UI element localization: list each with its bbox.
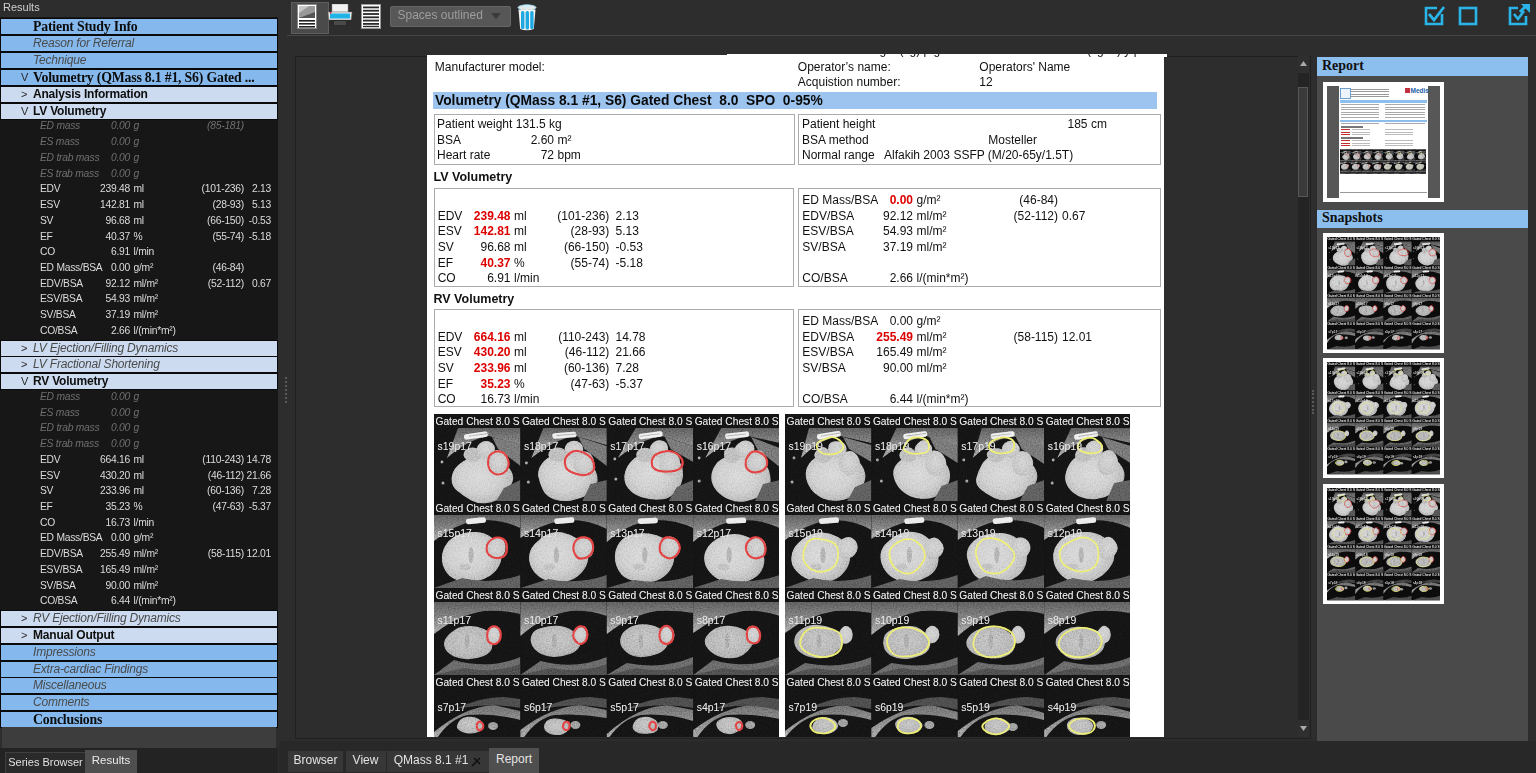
svg-text:s12p17: s12p17: [1372, 163, 1377, 164]
svg-text:s12p19: s12p19: [1415, 163, 1420, 164]
svg-text:s13p19: s13p19: [1404, 163, 1409, 164]
svg-text:s19p17: s19p17: [1340, 152, 1345, 153]
svg-text:s17p17: s17p17: [1361, 152, 1366, 153]
svg-text:s19p19: s19p19: [1383, 152, 1388, 153]
svg-text:s14p19: s14p19: [1394, 163, 1399, 164]
svg-text:s13p17: s13p17: [1361, 163, 1366, 164]
svg-text:s18p17: s18p17: [1351, 152, 1356, 153]
svg-text:s14p17: s14p17: [1351, 163, 1356, 164]
svg-text:s16p19: s16p19: [1415, 152, 1420, 153]
svg-text:s15p19: s15p19: [1383, 163, 1388, 164]
svg-text:s17p19: s17p19: [1404, 152, 1409, 153]
svg-text:s16p17: s16p17: [1372, 152, 1377, 153]
svg-text:s15p17: s15p17: [1340, 163, 1345, 164]
svg-text:s18p19: s18p19: [1394, 152, 1399, 153]
